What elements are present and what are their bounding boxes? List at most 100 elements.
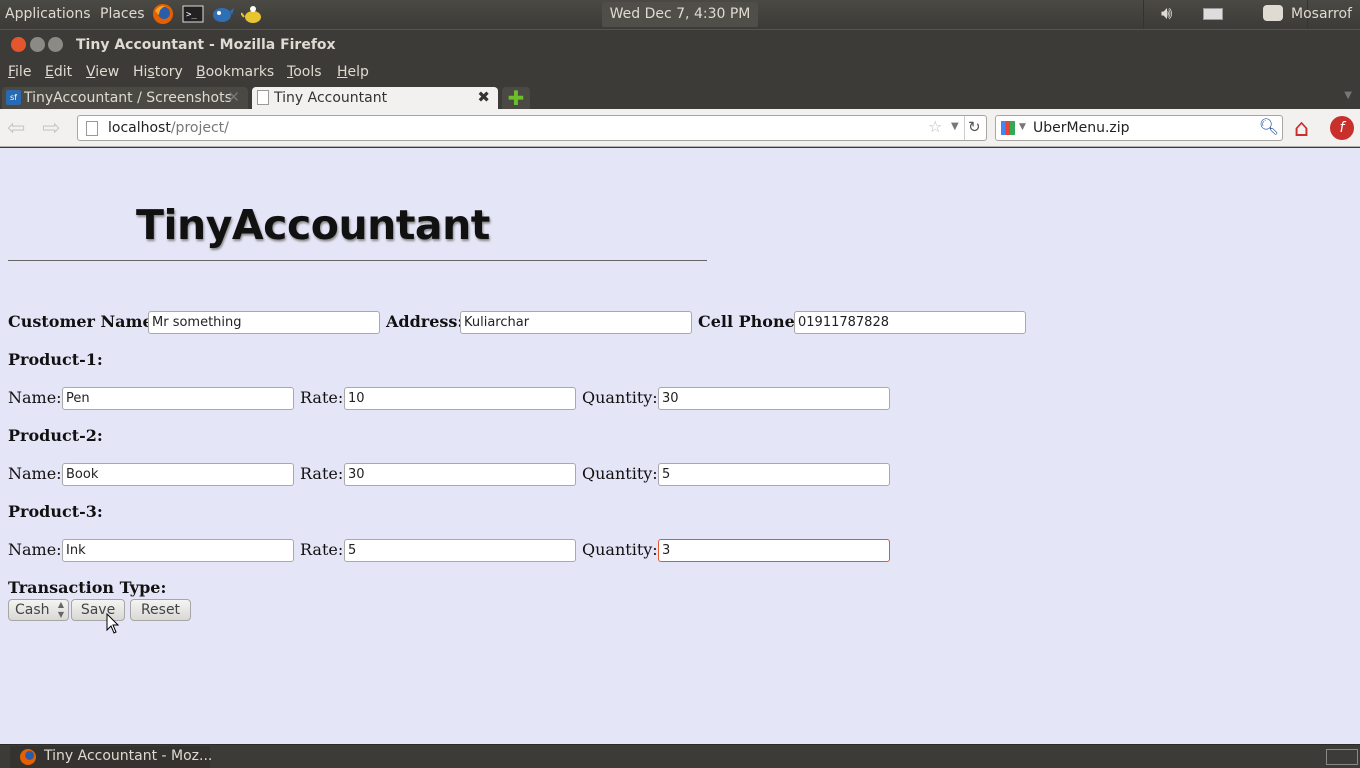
url-dropdown-icon[interactable]: ▼ (951, 121, 959, 132)
menu-tools-label: ools (293, 64, 322, 80)
menu-edit-accel: E (45, 64, 54, 80)
menu-view-accel: V (86, 64, 96, 80)
workspace-switcher[interactable] (1326, 749, 1358, 765)
bottom-panel: Tiny Accountant - Moz... (0, 744, 1360, 768)
menu-help[interactable]: Help (337, 64, 369, 80)
tab-tiny-accountant[interactable]: Tiny Accountant ✖ (252, 87, 498, 109)
taskbar-label: Tiny Accountant - Moz... (44, 748, 213, 764)
menubar: File Edit View History Bookmarks Tools H… (0, 60, 1360, 85)
product-3-quantity-input[interactable] (658, 539, 890, 562)
product-2-quantity-input[interactable] (658, 463, 890, 486)
window-title: Tiny Accountant - Mozilla Firefox (76, 37, 336, 53)
product-1-name-label: Name: (8, 388, 62, 407)
search-input[interactable]: UberMenu.zip (1033, 120, 1130, 136)
menu-edit-label: dit (53, 64, 73, 80)
terminal-icon[interactable]: >_ (181, 3, 205, 25)
user-menu[interactable]: Mosarrof (1291, 6, 1352, 22)
url-host: localhost (108, 120, 171, 136)
menu-view[interactable]: View (86, 64, 119, 80)
reset-button[interactable]: Reset (130, 599, 191, 621)
product-3-heading: Product-3: (8, 502, 103, 521)
url-bar[interactable]: localhost/project/ ☆ ▼ ↻ (77, 115, 987, 141)
product-3-name-label: Name: (8, 540, 62, 559)
product-1-name-input[interactable] (62, 387, 294, 410)
search-icon[interactable]: 🔍︎ (1259, 117, 1279, 136)
search-bar[interactable]: ▼ UberMenu.zip 🔍︎ (995, 115, 1283, 141)
menu-bookmarks[interactable]: Bookmarks (196, 64, 274, 80)
url-text[interactable]: localhost/project/ (108, 120, 229, 136)
menu-edit[interactable]: Edit (45, 64, 72, 80)
minimize-window-button[interactable] (30, 37, 45, 52)
close-tab-icon[interactable]: ✖ (477, 88, 490, 106)
genie-icon[interactable] (240, 3, 265, 25)
maximize-window-button[interactable] (48, 37, 63, 52)
customer-name-input[interactable] (148, 311, 380, 334)
customer-name-label: Customer Name: (8, 312, 159, 331)
menu-file-label: ile (15, 64, 32, 80)
volume-icon[interactable]: 🔊︎ (1161, 3, 1172, 24)
new-tab-button[interactable]: ✚ (502, 87, 530, 109)
flash-icon[interactable]: f (1330, 116, 1354, 140)
menu-history[interactable]: History (133, 64, 183, 80)
address-label: Address: (386, 312, 464, 331)
product-1-rate-input[interactable] (344, 387, 576, 410)
reload-icon[interactable]: ↻ (968, 118, 981, 136)
applications-menu[interactable]: Applications (5, 6, 91, 22)
taskbar-window-firefox[interactable]: Tiny Accountant - Moz... (10, 746, 213, 768)
clock[interactable]: Wed Dec 7, 4:30 PM (602, 2, 758, 27)
window-titlebar[interactable]: Tiny Accountant - Mozilla Firefox (0, 29, 1360, 60)
pidgin-icon[interactable] (211, 3, 235, 25)
close-tab-icon[interactable]: ✕ (227, 88, 240, 106)
product-3-rate-input[interactable] (344, 539, 576, 562)
forward-button[interactable]: ⇨ (42, 116, 60, 141)
product-3-quantity-label: Quantity: (582, 540, 658, 559)
page-favicon-icon (257, 90, 269, 105)
back-button[interactable]: ⇦ (7, 116, 25, 141)
menu-bookmarks-label: ookmarks (205, 64, 275, 80)
product-2-rate-input[interactable] (344, 463, 576, 486)
firefox-icon[interactable] (151, 3, 175, 25)
product-2-name-input[interactable] (62, 463, 294, 486)
product-3-name-input[interactable] (62, 539, 294, 562)
bookmark-star-icon[interactable]: ☆ (928, 117, 942, 136)
transaction-type-select[interactable]: Cash ▲ ▼ (8, 599, 69, 621)
address-input[interactable] (460, 311, 692, 334)
menu-history-accel: s (147, 64, 155, 80)
menu-help-label: elp (347, 64, 369, 80)
cell-phone-input[interactable] (794, 311, 1026, 334)
tab-list-arrow-icon[interactable]: ▼ (1344, 90, 1352, 101)
keyboard-icon[interactable] (1203, 8, 1223, 20)
site-logo: TinyAccountant (136, 201, 490, 249)
navigation-bar: ⇦ ⇨ localhost/project/ ☆ ▼ ↻ ▼ UberMenu.… (0, 109, 1360, 147)
tab-screenshots[interactable]: sf TinyAccountant / Screenshots ✕ (2, 87, 248, 109)
select-spinner-icon: ▲ ▼ (57, 600, 64, 619)
google-icon[interactable] (1001, 121, 1015, 135)
top-panel: Applications Places >_ Wed Dec 7, 4:30 P… (0, 0, 1360, 29)
transaction-type-label: Transaction Type: (8, 578, 167, 597)
menu-help-accel: H (337, 64, 348, 80)
product-3-rate-label: Rate: (300, 540, 344, 559)
search-engine-dropdown-icon[interactable]: ▼ (1019, 122, 1026, 132)
mouse-cursor-icon (106, 613, 120, 634)
product-1-quantity-label: Quantity: (582, 388, 658, 407)
chat-icon[interactable] (1263, 5, 1283, 21)
cell-phone-label: Cell Phone: (698, 312, 801, 331)
menu-bookmarks-accel: B (196, 64, 206, 80)
url-path: /project/ (170, 120, 229, 136)
sourceforge-favicon-icon: sf (6, 90, 21, 105)
tab-strip: sf TinyAccountant / Screenshots ✕ Tiny A… (0, 85, 1360, 109)
menu-history-pre: Hi (133, 64, 148, 80)
firefox-icon (20, 749, 36, 765)
places-menu[interactable]: Places (100, 6, 145, 22)
product-1-rate-label: Rate: (300, 388, 344, 407)
tab-label: Tiny Accountant (274, 90, 388, 106)
menu-file[interactable]: File (8, 64, 31, 80)
page-content: TinyAccountant Customer Name: Address: C… (0, 148, 1360, 744)
menu-tools[interactable]: Tools (287, 64, 322, 80)
page-identity-icon[interactable] (86, 121, 98, 136)
product-1-quantity-input[interactable] (658, 387, 890, 410)
home-icon[interactable]: ⌂ (1294, 114, 1309, 142)
close-window-button[interactable] (11, 37, 26, 52)
product-1-heading: Product-1: (8, 350, 103, 369)
menu-view-label: iew (95, 64, 120, 80)
